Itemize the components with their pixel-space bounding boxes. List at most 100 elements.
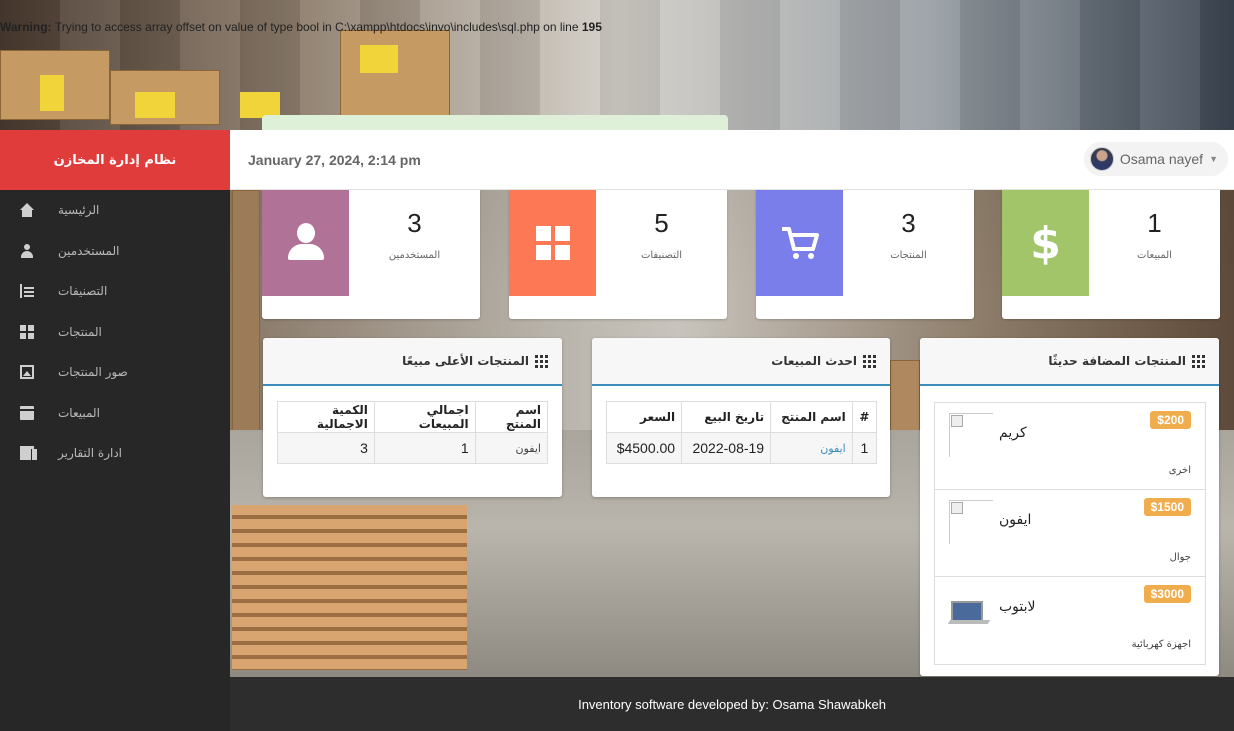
sidebar-item-label: المستخدمين: [58, 243, 120, 258]
footer-text: Inventory software developed by: Osama S…: [578, 696, 886, 712]
sidebar-item-label: التصنيفات: [58, 284, 108, 299]
panel-title: المنتجات المضافة حديثًا: [1048, 354, 1186, 368]
grid-icon: [535, 226, 570, 260]
stat-card-users[interactable]: 3 المستخدمين: [262, 190, 480, 319]
stat-icon-box: [262, 190, 349, 296]
panel-title: المنتجات الأعلى مبيعًا: [402, 354, 529, 368]
table-cell: 1: [851, 432, 878, 464]
latest-sales-table: # اسم المنتج تاريخ البيع السعر 1 ايفون 2…: [605, 401, 878, 464]
top-selling-panel: المنتجات الأعلى مبيعًا اسم المنتج اجمالي…: [263, 338, 562, 497]
stat-value: 1: [1147, 208, 1162, 238]
column-header: اسم المنتج: [770, 401, 853, 433]
table-row: 1 ايفون 2022-08-19 $4500.00: [605, 432, 878, 464]
home-icon: [20, 203, 34, 218]
column-header: #: [851, 401, 878, 433]
sidebar-item-reports[interactable]: ادارة التقارير: [0, 433, 230, 474]
warning-line: 195: [581, 20, 602, 34]
product-category: جوال: [1169, 552, 1191, 563]
sidebar-item-label: المنتجات: [58, 324, 102, 339]
list-item[interactable]: ايفون $1500 جوال: [935, 490, 1205, 577]
alert-strip: [262, 115, 728, 131]
warning-message: Trying to access array offset on value o…: [54, 20, 540, 34]
product-name: ايفون: [999, 512, 1032, 528]
php-warning: Warning: Trying to access array offset o…: [0, 20, 602, 34]
price-badge: $200: [1150, 411, 1191, 429]
image-icon: [20, 365, 34, 380]
recent-products-list: كريم $200 اخرى ايفون $1500 جوال لابتوب $…: [934, 402, 1206, 665]
list-item[interactable]: لابتوب $3000 اجهزة كهربائية: [935, 577, 1205, 664]
report-icon: [20, 446, 37, 461]
list-item[interactable]: كريم $200 اخرى: [935, 403, 1205, 490]
dollar-icon: $: [1030, 217, 1061, 269]
price-badge: $3000: [1143, 585, 1191, 603]
column-header: تاريخ البيع: [681, 401, 772, 433]
column-header: السعر: [605, 401, 683, 433]
stat-value: 3: [407, 208, 422, 238]
background-label: [360, 45, 398, 73]
user-menu-toggle[interactable]: Osama nayef ▼: [1083, 142, 1228, 176]
column-header: الكمية الاجمالية: [277, 401, 375, 433]
warning-prefix: Warning:: [0, 20, 55, 34]
stat-card-products[interactable]: 3 المنتجات: [756, 190, 974, 319]
warning-suffix: on line: [539, 20, 582, 34]
stat-icon-box: $: [1002, 190, 1089, 296]
footer: Inventory software developed by: Osama S…: [230, 677, 1234, 731]
product-link[interactable]: ايفون: [770, 432, 853, 464]
stat-value: 5: [654, 208, 669, 238]
panel-header: المنتجات المضافة حديثًا: [920, 338, 1219, 386]
table-header-row: اسم المنتج اجمالي المبيعات الكمية الاجما…: [277, 401, 549, 433]
user-icon: [20, 243, 34, 258]
user-icon: [286, 223, 326, 263]
table-cell: 3: [277, 432, 375, 464]
stat-value: 3: [901, 208, 916, 238]
app-logo[interactable]: نظام إدارة المخازن: [0, 130, 230, 190]
latest-sales-panel: احدث المبيعات # اسم المنتج تاريخ البيع ا…: [592, 338, 890, 497]
tree-icon: [20, 284, 34, 299]
sidebar-item-sales[interactable]: المبيعات: [0, 393, 230, 434]
stat-label: المبيعات: [1137, 250, 1172, 261]
user-name: Osama nayef: [1119, 151, 1204, 167]
sidebar-item-categories[interactable]: التصنيفات: [0, 271, 230, 312]
product-thumbnail: [949, 413, 993, 457]
panel-header: احدث المبيعات: [592, 338, 890, 386]
table-cell: ايفون: [474, 432, 549, 464]
sidebar-item-label: الرئيسية: [58, 203, 100, 218]
credit-card-icon: [20, 405, 34, 420]
background-label: [40, 75, 64, 111]
top-header: January 27, 2024, 2:14 pm Osama nayef ▼: [230, 130, 1234, 190]
product-thumbnail: [949, 500, 993, 544]
sidebar-item-users[interactable]: المستخدمين: [0, 231, 230, 272]
sidebar-item-products[interactable]: المنتجات: [0, 312, 230, 353]
th-grid-icon: [1192, 354, 1205, 368]
grid-icon: [20, 324, 34, 339]
caret-down-icon: ▼: [1209, 154, 1218, 164]
stat-card-sales[interactable]: $ 1 المبيعات: [1002, 190, 1220, 319]
product-name: كريم: [999, 425, 1027, 441]
th-grid-icon: [863, 354, 876, 368]
cart-icon: [781, 227, 819, 259]
sidebar-item-home[interactable]: الرئيسية: [0, 190, 230, 231]
top-selling-table: اسم المنتج اجمالي المبيعات الكمية الاجما…: [277, 401, 549, 464]
sidebar-item-label: صور المنتجات: [58, 365, 128, 380]
recent-products-panel: المنتجات المضافة حديثًا كريم $200 اخرى ا…: [920, 338, 1219, 676]
laptop-thumbnail: [949, 587, 993, 631]
stat-label: التصنيفات: [640, 250, 683, 261]
table-cell: 2022-08-19: [681, 432, 772, 464]
product-category: اجهزة كهربائية: [1131, 639, 1191, 650]
sidebar-item-product-images[interactable]: صور المنتجات: [0, 352, 230, 393]
panel-title: احدث المبيعات: [771, 354, 857, 368]
stat-icon-box: [509, 190, 596, 296]
app-title: نظام إدارة المخازن: [53, 152, 177, 168]
background-label: [135, 92, 175, 118]
stat-card-categories[interactable]: 5 التصنيفات: [509, 190, 727, 319]
stat-label: المستخدمين: [388, 250, 441, 261]
product-category: اخرى: [1168, 465, 1191, 476]
table-cell: 1: [373, 432, 476, 464]
stat-label: المنتجات: [890, 250, 927, 261]
background-pallet: [232, 505, 467, 670]
sidebar: الرئيسية المستخدمين التصنيفات المنتجات ص…: [0, 190, 230, 731]
stat-icon-box: [756, 190, 843, 296]
column-header: اسم المنتج: [474, 401, 549, 433]
table-cell: $4500.00: [605, 432, 683, 464]
sidebar-item-label: ادارة التقارير: [58, 446, 123, 461]
